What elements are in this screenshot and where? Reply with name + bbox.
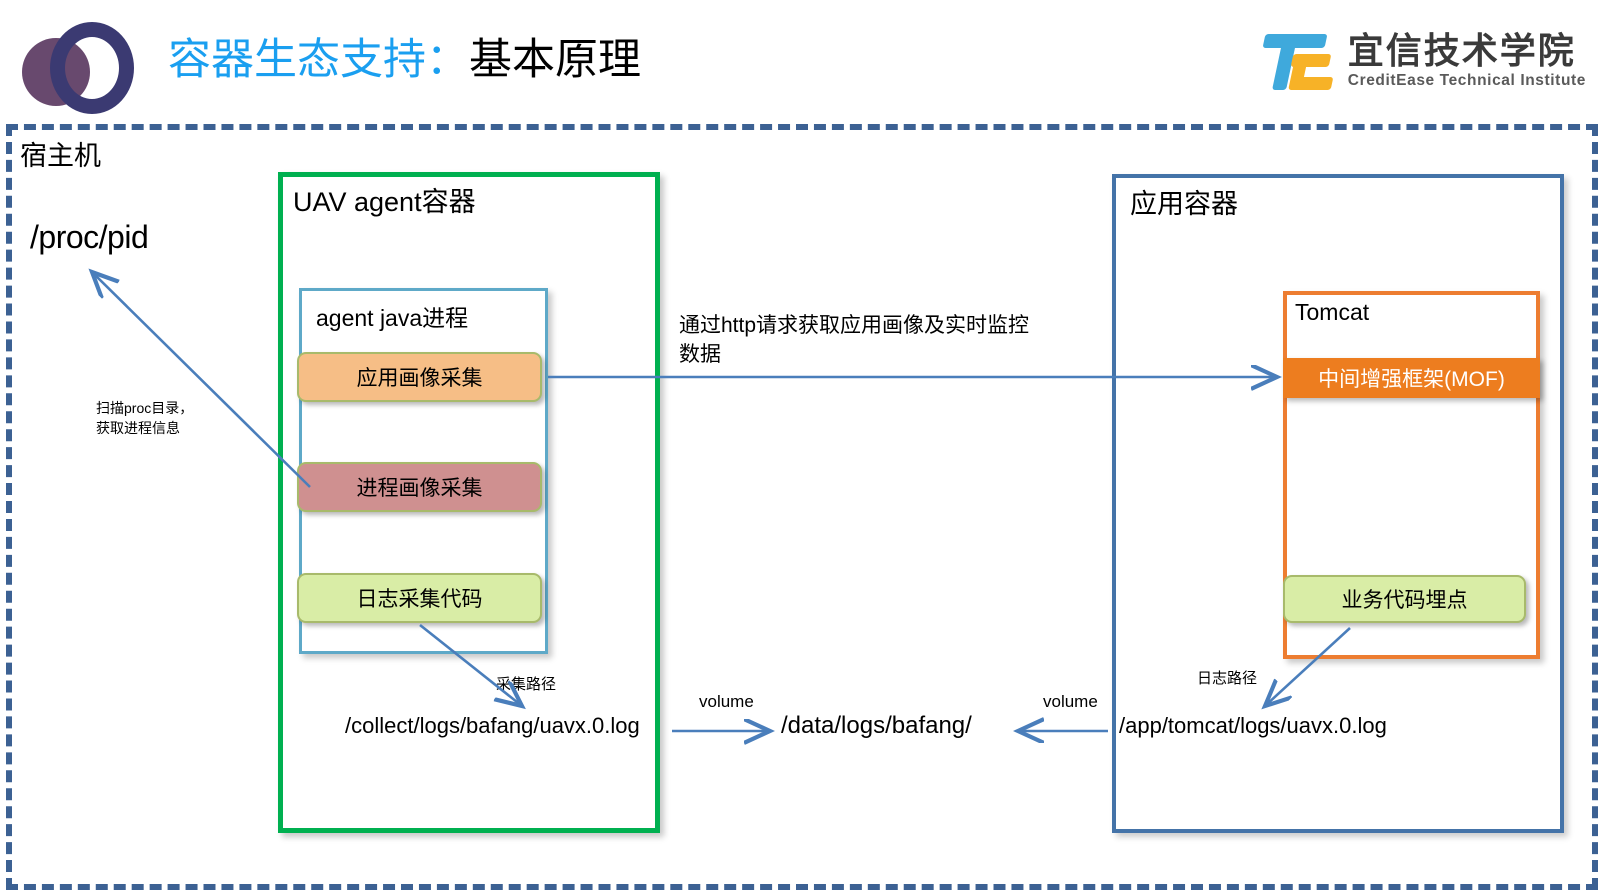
logo-wordmark: 宜信技术学院 CreditEase Technical Institute [1348,33,1586,89]
tomcat-title: Tomcat [1295,299,1370,325]
collect-log-path: /collect/logs/bafang/uavx.0.log [345,713,640,738]
agent-java-process-title: agent java进程 [316,305,469,331]
collect-path-note: 采集路径 [496,676,557,693]
page-title-main: 基本原理 [469,36,641,84]
host-machine-label: 宿主机 [20,141,101,171]
tc-monogram-icon [1262,28,1334,94]
scan-proc-note: 扫描proc目录， 获取进程信息 [96,400,194,436]
slide-canvas: 容器生态支持：基本原理 宜信技术学院 CreditEase Technical … [0,0,1604,896]
brand-ring-front [50,22,134,114]
application-log-path: /app/tomcat/logs/uavx.0.log [1119,713,1387,738]
page-title: 容器生态支持：基本原理 [168,34,641,86]
corporate-logo: 宜信技术学院 CreditEase Technical Institute [1262,22,1586,100]
shared-volume-path: /data/logs/bafang/ [781,712,972,739]
uav-agent-container-title: UAV agent容器 [293,187,476,217]
http-request-note: 通过http请求获取应用画像及实时监控数据 [679,314,1030,366]
volume-label-right: volume [1043,692,1098,711]
tc-gold-foot [1290,77,1334,90]
slide-header: 容器生态支持：基本原理 宜信技术学院 CreditEase Technical … [0,0,1604,118]
app-portrait-collector-box: 应用画像采集 [297,352,542,402]
proc-pid-label: /proc/pid [30,219,149,255]
logo-name-cn: 宜信技术学院 [1347,30,1576,72]
mof-framework-box: 中间增强框架(MOF) [1283,358,1540,398]
logo-name-en: CreditEase Technical Institute [1347,72,1586,90]
brand-rings-icon [22,20,152,114]
page-title-accent: 容器生态支持： [168,36,469,84]
process-portrait-collector-box: 进程画像采集 [297,462,542,512]
application-container-title: 应用容器 [1130,189,1238,219]
volume-label-left: volume [699,692,754,711]
business-code-probe-box: 业务代码埋点 [1283,575,1526,623]
log-path-note: 日志路径 [1197,670,1258,687]
log-collector-code-box: 日志采集代码 [297,573,542,623]
